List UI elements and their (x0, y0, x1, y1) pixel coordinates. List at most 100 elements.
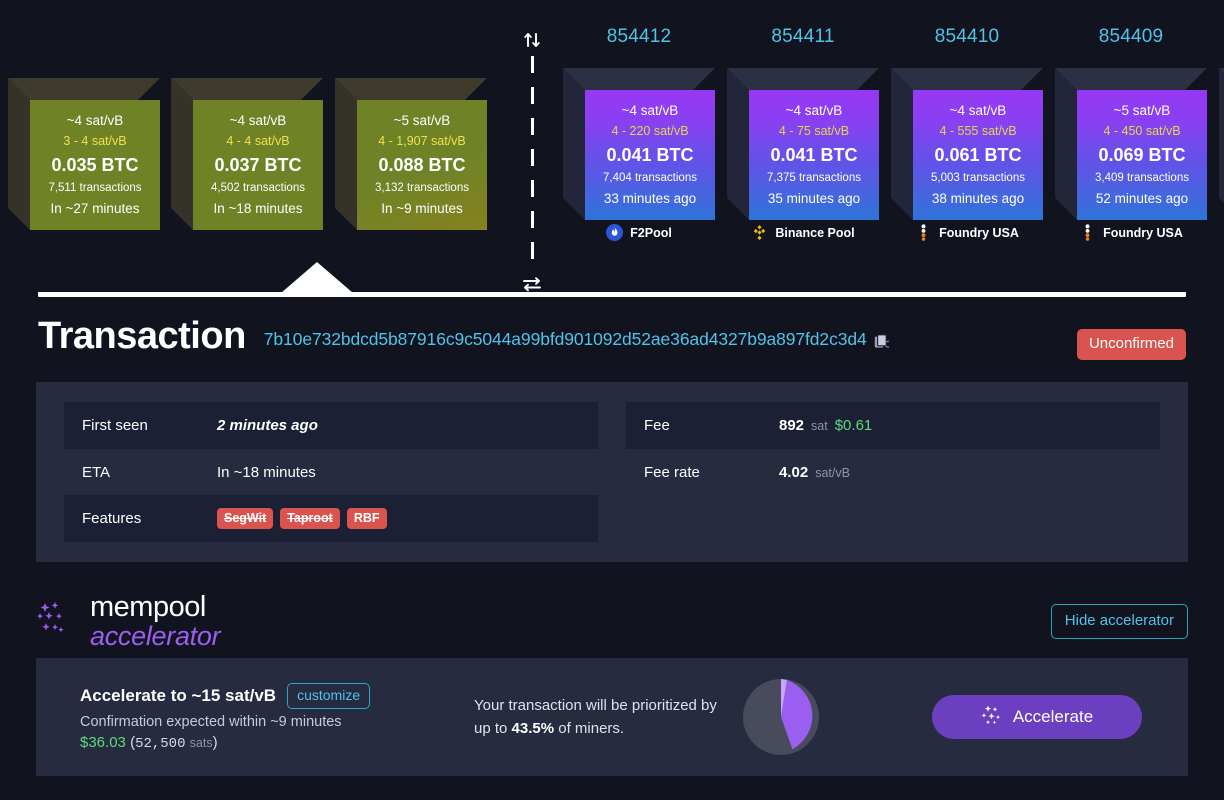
f2pool-icon (606, 224, 623, 241)
block-top-face (171, 78, 323, 100)
feature-badge-segwit[interactable]: SegWit (217, 508, 273, 529)
block-transaction-count: 3,409 transactions (1095, 169, 1189, 188)
fee-fiat: $0.61 (835, 417, 873, 434)
block-top-face (891, 68, 1043, 90)
block-pool[interactable]: Foundry USA (891, 224, 1043, 241)
block-front-face: ~4 sat/vB 4 - 555 sat/vB 0.061 BTC 5,003… (913, 90, 1043, 220)
accelerate-button-label: Accelerate (1013, 707, 1093, 727)
block-front-face: ~4 sat/vB 3 - 4 sat/vB 0.035 BTC 7,511 t… (30, 100, 160, 230)
logo-text-accelerator: accelerator (90, 622, 220, 651)
block-height-link[interactable]: 854412 (563, 26, 715, 48)
block-pool[interactable]: Binance Pool (727, 224, 879, 241)
detail-row-eta: ETA In ~18 minutes (64, 449, 598, 496)
detail-row-fee-rate: Fee rate 4.02 sat/vB (626, 449, 1160, 496)
block-total-fees: 0.041 BTC (606, 141, 693, 169)
block-height-link[interactable]: 854410 (891, 26, 1043, 48)
detail-label: ETA (82, 464, 217, 481)
feature-badge-rbf[interactable]: RBF (347, 508, 387, 529)
accelerate-target-rate: Accelerate to ~15 sat/vB (80, 686, 276, 706)
block-pool-name: Foundry USA (1103, 226, 1183, 240)
block-eta: In ~27 minutes (51, 198, 140, 220)
status-badge: Unconfirmed (1077, 329, 1186, 360)
detail-value: SegWit Taproot RBF (217, 508, 387, 529)
page-title: Transaction (38, 312, 246, 360)
accelerator-miner-info: Your transaction will be prioritized by … (466, 679, 932, 755)
block-side-face (1055, 68, 1077, 220)
block-total-fees: 0.069 BTC (1098, 141, 1185, 169)
block-height-link[interactable]: 854409 (1055, 26, 1207, 48)
chain-block-cube (1219, 68, 1224, 220)
detail-value: 2 minutes ago (217, 417, 318, 434)
divider-dashed-line (531, 56, 534, 268)
paren-close: ) (213, 734, 218, 751)
hide-accelerator-button[interactable]: Hide accelerator (1051, 604, 1188, 639)
block-transaction-count: 3,132 transactions (375, 179, 469, 198)
block-fee-range: 4 - 450 sat/vB (1103, 121, 1180, 141)
block-age: 33 minutes ago (604, 188, 696, 210)
customize-button[interactable]: customize (287, 683, 370, 709)
block-transaction-count: 7,375 transactions (767, 169, 861, 188)
block-total-fees: 0.035 BTC (51, 151, 138, 179)
detail-row-first-seen: First seen 2 minutes ago (64, 402, 598, 449)
accelerator-price-sats: 52,500 (135, 736, 185, 752)
block-front-face: ~4 sat/vB 4 - 75 sat/vB 0.041 BTC 7,375 … (749, 90, 879, 220)
feature-badge-taproot[interactable]: Taproot (280, 508, 340, 529)
feature-badges: SegWit Taproot RBF (217, 508, 387, 529)
accelerator-offer: Accelerate to ~15 sat/vB customize Confi… (36, 683, 466, 752)
miner-text-line1: Your transaction will be prioritized by (474, 697, 717, 714)
accelerator-price-fiat: $36.03 (80, 734, 126, 751)
block-top-face (563, 68, 715, 90)
block-side-face (335, 78, 357, 230)
block-front-face: ~4 sat/vB 4 - 4 sat/vB 0.037 BTC 4,502 t… (193, 100, 323, 230)
detail-row-fee: Fee 892 sat $0.61 (626, 402, 1160, 449)
blockchain-strip: ~4 sat/vB 3 - 4 sat/vB 0.035 BTC 7,511 t… (0, 0, 1224, 300)
block-fee-range: 4 - 75 sat/vB (779, 121, 849, 141)
detail-label: Features (82, 510, 217, 527)
sparkles-icon (36, 597, 80, 646)
mempool-block-cube: ~4 sat/vB 4 - 4 sat/vB 0.037 BTC 4,502 t… (171, 78, 323, 230)
block-pool[interactable]: F2Pool (563, 224, 715, 241)
block-fee-range: 4 - 1,907 sat/vB (378, 131, 466, 151)
block-median-fee: ~4 sat/vB (622, 101, 679, 121)
block-front-face: ~5 sat/vB 4 - 450 sat/vB 0.069 BTC 3,409… (1077, 90, 1207, 220)
block-total-fees: 0.061 BTC (934, 141, 1021, 169)
chain-block-cube: ~5 sat/vB 4 - 450 sat/vB 0.069 BTC 3,409… (1055, 68, 1207, 220)
sparkles-icon (981, 704, 1003, 731)
sort-vertical-arrows-icon (518, 30, 546, 55)
block-side-face (171, 78, 193, 230)
block-height-link[interactable]: 854411 (727, 26, 879, 48)
block-fee-range: 3 - 4 sat/vB (63, 131, 126, 151)
block-pool[interactable]: Foundry USA (1055, 224, 1207, 241)
mempool-accelerator-logo: mempool accelerator (36, 592, 220, 651)
fee-rate-unit: sat/vB (815, 466, 850, 480)
block-fee-range: 4 - 220 sat/vB (611, 121, 688, 141)
fee-unit: sat (811, 419, 828, 433)
miner-coverage-percent: 43.5% (512, 720, 555, 737)
blockchain-baseline (38, 292, 1186, 297)
accelerator-header: mempool accelerator Hide accelerator (36, 590, 1188, 652)
accelerate-button[interactable]: Accelerate (932, 695, 1142, 739)
transaction-hash[interactable]: 7b10e732bdcd5b87916c9c5044a99bfd901092d5… (264, 329, 867, 349)
block-age: 38 minutes ago (932, 188, 1024, 210)
chain-block-cube: ~4 sat/vB 4 - 220 sat/vB 0.041 BTC 7,404… (563, 68, 715, 220)
block-total-fees: 0.037 BTC (214, 151, 301, 179)
miner-text-prefix: up to (474, 720, 512, 737)
block-total-fees: 0.041 BTC (770, 141, 857, 169)
block-age: 52 minutes ago (1096, 188, 1188, 210)
block-side-face (891, 68, 913, 220)
mempool-chain-divider (518, 16, 546, 296)
block-median-fee: ~4 sat/vB (950, 101, 1007, 121)
foundry-usa-icon (915, 224, 932, 241)
block-transaction-count: 4,502 transactions (211, 179, 305, 198)
detail-label: Fee (644, 417, 779, 434)
mempool-block-cube: ~4 sat/vB 3 - 4 sat/vB 0.035 BTC 7,511 t… (8, 78, 160, 230)
current-position-marker (281, 262, 353, 293)
mempool-block-cube: ~5 sat/vB 4 - 1,907 sat/vB 0.088 BTC 3,1… (335, 78, 487, 230)
fee-amount: 892 (779, 417, 804, 434)
transaction-header: Transaction 7b10e732bdcd5b87916c9c5044a9… (0, 312, 1224, 374)
block-top-face (727, 68, 879, 90)
block-eta: In ~18 minutes (214, 198, 303, 220)
transaction-details-panel: First seen 2 minutes ago ETA In ~18 minu… (36, 382, 1188, 562)
copy-to-clipboard-icon[interactable] (874, 334, 889, 355)
block-pool-name: Foundry USA (939, 226, 1019, 240)
